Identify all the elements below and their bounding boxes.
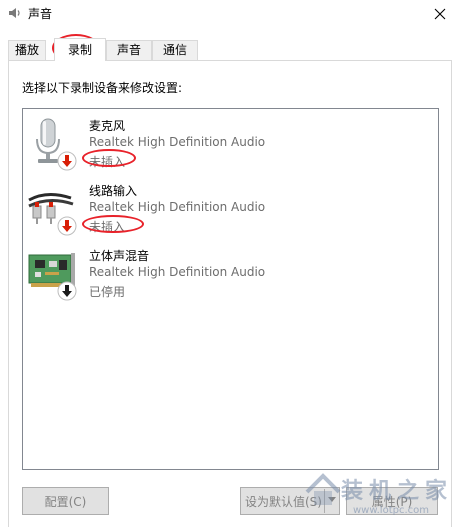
speaker-icon [9, 8, 20, 18]
watermark-url: www.lotpc.com [353, 505, 429, 516]
tab-sounds[interactable]: 声音 [106, 40, 152, 60]
window-title: 声音 [28, 7, 53, 21]
tab-playback[interactable]: 播放 [8, 40, 46, 60]
device-driver: Realtek High Definition Audio [89, 135, 266, 149]
device-status: 未插入 [89, 155, 126, 169]
unplugged-badge-icon [57, 216, 77, 236]
title-bar: 声音 [0, 0, 460, 27]
device-status: 未插入 [89, 220, 126, 234]
close-icon [434, 8, 446, 19]
device-item-line-in[interactable]: 线路输入 Realtek High Definition Audio 未插入 [23, 180, 438, 244]
device-driver: Realtek High Definition Audio [89, 200, 266, 214]
device-name: 麦克风 [89, 119, 126, 133]
instruction-text: 选择以下录制设备来修改设置: [22, 81, 183, 95]
tab-recording[interactable]: 录制 [54, 38, 106, 61]
watermark-text: 装机之家 [341, 479, 454, 504]
disabled-badge-icon [57, 281, 77, 301]
tab-communications[interactable]: 通信 [152, 40, 198, 60]
device-item-stereo-mix[interactable]: 立体声混音 Realtek High Definition Audio 已停用 [23, 245, 438, 309]
watermark: 装机之家 www.lotpc.com [303, 468, 460, 527]
device-status: 已停用 [89, 285, 126, 299]
device-list[interactable]: 麦克风 Realtek High Definition Audio 未插入 线路… [22, 108, 439, 470]
house-logo-icon [305, 473, 341, 505]
device-driver: Realtek High Definition Audio [89, 265, 266, 279]
device-name: 线路输入 [89, 184, 138, 198]
close-button[interactable] [420, 0, 460, 27]
unplugged-badge-icon [57, 151, 77, 171]
configure-button[interactable]: 配置(C) [22, 487, 109, 515]
device-item-microphone[interactable]: 麦克风 Realtek High Definition Audio 未插入 [23, 115, 438, 179]
device-name: 立体声混音 [89, 249, 150, 263]
